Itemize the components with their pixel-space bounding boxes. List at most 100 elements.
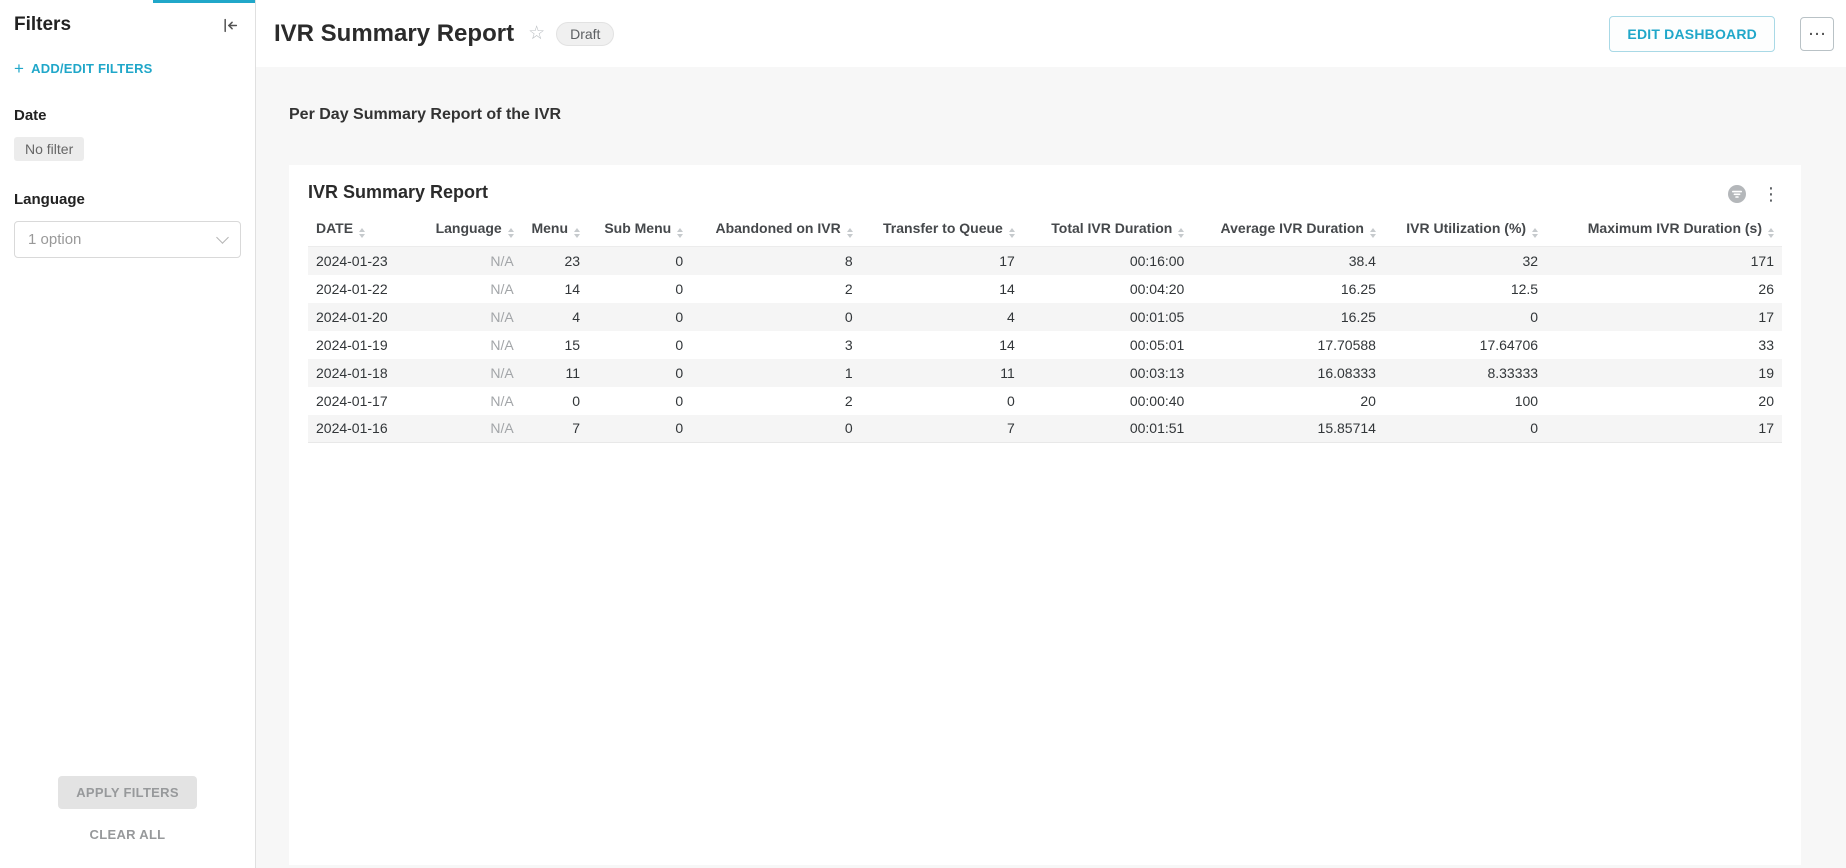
- table-cell: 2024-01-20: [308, 303, 426, 331]
- column-header-label: Menu: [531, 220, 568, 236]
- column-header[interactable]: Abandoned on IVR: [691, 214, 861, 247]
- table-cell: 14: [861, 331, 1023, 359]
- column-header[interactable]: Sub Menu: [588, 214, 691, 247]
- dashboard-body: Per Day Summary Report of the IVR IVR Su…: [256, 67, 1846, 868]
- table-cell: 0: [588, 247, 691, 275]
- markdown-text: Per Day Summary Report of the IVR: [289, 106, 1801, 124]
- language-select[interactable]: 1 option: [14, 221, 241, 258]
- table-cell: N/A: [426, 331, 522, 359]
- kebab-menu-icon[interactable]: ⋮: [1760, 185, 1782, 203]
- table-cell: 0: [588, 359, 691, 387]
- column-header-label: Abandoned on IVR: [715, 220, 840, 236]
- table-cell: 2024-01-23: [308, 247, 426, 275]
- table-cell: 1: [691, 359, 861, 387]
- table-cell: 15.85714: [1192, 415, 1384, 443]
- date-filter-chip[interactable]: No filter: [14, 137, 84, 161]
- edit-dashboard-button[interactable]: EDIT DASHBOARD: [1609, 16, 1775, 52]
- favorite-star-icon[interactable]: ☆: [528, 24, 545, 43]
- table-cell: 20: [1192, 387, 1384, 415]
- column-header-label: IVR Utilization (%): [1406, 220, 1526, 236]
- column-header[interactable]: Transfer to Queue: [861, 214, 1023, 247]
- chevron-down-icon: [216, 231, 229, 244]
- table-cell: 00:03:13: [1023, 359, 1193, 387]
- column-header-label: Total IVR Duration: [1051, 220, 1172, 236]
- table-cell: 0: [588, 415, 691, 443]
- table-cell: 26: [1546, 275, 1782, 303]
- table-cell: 00:05:01: [1023, 331, 1193, 359]
- filter-indicator-icon[interactable]: [1727, 184, 1747, 204]
- table-row: 2024-01-19N/A15031400:05:0117.7058817.64…: [308, 331, 1782, 359]
- sort-icon: [1768, 228, 1774, 238]
- clear-all-button[interactable]: CLEAR ALL: [90, 827, 166, 842]
- dashboard-header: IVR Summary Report ☆ Draft EDIT DASHBOAR…: [256, 0, 1846, 67]
- filter-sidebar: Filters + ADD/EDIT FILTERS Date No filte…: [0, 0, 256, 868]
- table-cell: 7: [861, 415, 1023, 443]
- column-header[interactable]: Language: [426, 214, 522, 247]
- table-header-row: DATELanguage Menu Sub Menu Abandoned on IVR…: [308, 214, 1782, 247]
- filter-label-language: Language: [14, 191, 241, 208]
- apply-filters-button[interactable]: APPLY FILTERS: [58, 776, 197, 809]
- sort-icon: [847, 228, 853, 238]
- table-cell: 0: [588, 275, 691, 303]
- chart-title: IVR Summary Report: [308, 182, 488, 203]
- table-cell: 16.25: [1192, 303, 1384, 331]
- table-cell: 00:00:40: [1023, 387, 1193, 415]
- column-header[interactable]: Total IVR Duration: [1023, 214, 1193, 247]
- table-cell: 00:01:05: [1023, 303, 1193, 331]
- chart-card-icons: ⋮: [1727, 184, 1782, 204]
- table-cell: 0: [588, 303, 691, 331]
- sort-icon: [1009, 228, 1015, 238]
- date-filter-section: Date No filter: [14, 107, 241, 161]
- language-filter-section: Language 1 option: [14, 191, 241, 258]
- table-cell: 8.33333: [1384, 359, 1546, 387]
- table-cell: 15: [522, 331, 588, 359]
- table-cell: 23: [522, 247, 588, 275]
- table-cell: 0: [1384, 415, 1546, 443]
- table-cell: 14: [522, 275, 588, 303]
- chart-card: IVR Summary Report ⋮: [289, 165, 1801, 865]
- column-header[interactable]: Maximum IVR Duration (s): [1546, 214, 1782, 247]
- column-header[interactable]: IVR Utilization (%): [1384, 214, 1546, 247]
- more-actions-button[interactable]: …: [1800, 17, 1834, 51]
- table-row: 2024-01-17N/A002000:00:402010020: [308, 387, 1782, 415]
- add-edit-filters-button[interactable]: + ADD/EDIT FILTERS: [14, 60, 241, 77]
- add-edit-filters-label: ADD/EDIT FILTERS: [31, 61, 152, 76]
- sort-icon: [1532, 228, 1538, 238]
- table-row: 2024-01-22N/A14021400:04:2016.2512.526: [308, 275, 1782, 303]
- column-header[interactable]: Average IVR Duration: [1192, 214, 1384, 247]
- page-title: IVR Summary Report: [274, 20, 514, 48]
- table-cell: 171: [1546, 247, 1782, 275]
- status-badge: Draft: [556, 22, 614, 46]
- filter-label-date: Date: [14, 107, 241, 124]
- chart-card-header: IVR Summary Report ⋮: [308, 182, 1782, 204]
- table-cell: 7: [522, 415, 588, 443]
- table-cell: 0: [861, 387, 1023, 415]
- sort-icon: [1178, 228, 1184, 238]
- table-cell: 2024-01-18: [308, 359, 426, 387]
- collapse-filters-icon[interactable]: [220, 15, 241, 36]
- column-header[interactable]: DATE: [308, 214, 426, 247]
- table-cell: 19: [1546, 359, 1782, 387]
- table-cell: N/A: [426, 359, 522, 387]
- table-cell: 3: [691, 331, 861, 359]
- main-area: IVR Summary Report ☆ Draft EDIT DASHBOAR…: [256, 0, 1846, 868]
- table-body: 2024-01-23N/A23081700:16:0038.4321712024…: [308, 247, 1782, 443]
- table-row: 2024-01-16N/A700700:01:5115.85714017: [308, 415, 1782, 443]
- table-cell: 2: [691, 387, 861, 415]
- filters-title: Filters: [14, 14, 71, 36]
- table-cell: 00:01:51: [1023, 415, 1193, 443]
- table-cell: 17.70588: [1192, 331, 1384, 359]
- table-cell: 2: [691, 275, 861, 303]
- app-root: Filters + ADD/EDIT FILTERS Date No filte…: [0, 0, 1846, 868]
- table-cell: 8: [691, 247, 861, 275]
- plus-icon: +: [14, 60, 24, 77]
- sort-icon: [677, 228, 683, 238]
- table-cell: N/A: [426, 247, 522, 275]
- table-cell: 0: [691, 303, 861, 331]
- sort-icon: [508, 228, 514, 238]
- table-cell: 4: [522, 303, 588, 331]
- sidebar-accent-bar: [153, 0, 255, 3]
- table-cell: 32: [1384, 247, 1546, 275]
- column-header[interactable]: Menu: [522, 214, 588, 247]
- table-cell: 0: [588, 387, 691, 415]
